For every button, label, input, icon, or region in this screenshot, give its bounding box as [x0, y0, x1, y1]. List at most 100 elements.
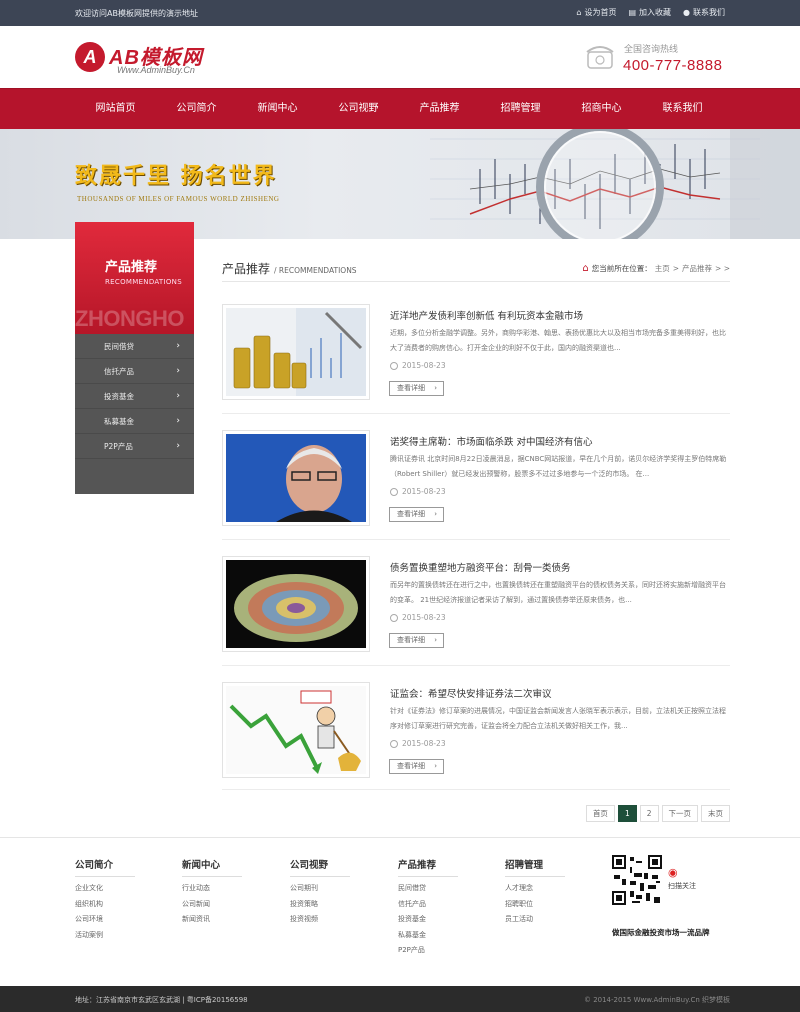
bottom-bar: 地址：江苏省南京市玄武区玄武湖 | 粤ICP备20156598 © 2014-2… — [0, 986, 800, 1012]
set-home-link[interactable]: ⌂ 设为首页 — [576, 7, 616, 18]
breadcrumb-current[interactable]: 产品推荐 — [682, 263, 712, 274]
view-details-button[interactable]: 查看详细 › — [389, 507, 444, 522]
phone-icon — [586, 46, 614, 69]
pager-last[interactable]: 末页 — [701, 805, 730, 822]
welcome-text: 欢迎访问AB模板网提供的演示地址 — [75, 9, 198, 18]
pagination: 首页 1 2 下一页 末页 — [585, 805, 730, 822]
sidebar-item-private-lending[interactable]: 民间借贷 › — [75, 334, 194, 359]
nav-products[interactable]: 产品推荐 — [399, 89, 480, 129]
sidebar-item-funds[interactable]: 投资基金 › — [75, 384, 194, 409]
bookmark-icon: ▤ — [628, 8, 637, 17]
chevron-right-icon: › — [176, 366, 180, 376]
clock-icon — [390, 361, 398, 370]
nav-about[interactable]: 公司简介 — [156, 89, 237, 129]
footer-link[interactable]: 企业文化 — [75, 881, 165, 897]
footer-link[interactable]: 活动案例 — [75, 928, 165, 944]
news-title[interactable]: 诺奖得主席勒：市场面临杀跌 对中国经济有信心 — [390, 434, 593, 448]
footer-link[interactable]: 信托产品 — [398, 897, 488, 913]
nav-home[interactable]: 网站首页 — [75, 89, 156, 129]
news-thumbnail[interactable] — [222, 304, 370, 400]
footer-link[interactable]: 投资策略 — [290, 897, 380, 913]
pager-first[interactable]: 首页 — [585, 805, 615, 822]
news-date-text: 2015-08-23 — [402, 487, 446, 496]
chevron-right-icon: › — [434, 510, 437, 518]
clock-icon — [390, 487, 398, 496]
news-thumbnail[interactable] — [222, 430, 370, 526]
hotline: 全国咨询热线 400-777-8888 — [585, 40, 725, 80]
nav-news[interactable]: 新闻中心 — [237, 89, 318, 129]
news-date: 2015-08-23 — [390, 361, 446, 370]
add-favorite-link[interactable]: ▤ 加入收藏 — [628, 7, 671, 18]
weibo-follow-label: 扫描关注 — [668, 882, 696, 890]
chevron-right-icon: › — [176, 391, 180, 401]
nav-contact[interactable]: 联系我们 — [642, 89, 723, 129]
page-title-text: 产品推荐 — [222, 262, 271, 276]
nav-investment[interactable]: 招商中心 — [561, 89, 642, 129]
view-details-button[interactable]: 查看详细 › — [389, 759, 444, 774]
view-details-button[interactable]: 查看详细 › — [389, 633, 444, 648]
news-title[interactable]: 债务置换重塑地方融资平台：刮骨一类债务 — [390, 560, 571, 574]
main-nav: 网站首页 公司简介 新闻中心 公司视野 产品推荐 招聘管理 招商中心 联系我们 — [0, 88, 800, 129]
sidebar-item-p2p[interactable]: P2P产品 › — [75, 434, 194, 459]
footer-link[interactable]: 投资基金 — [398, 912, 488, 928]
footer-link[interactable]: 组织机构 — [75, 897, 165, 913]
banner-slogan: 致晟千里 扬名世界 — [75, 164, 277, 189]
weibo-icon: ◉ — [668, 866, 678, 879]
footer-copyright: © 2014-2015 Www.AdminBuy.Cn 织梦模板 — [583, 996, 730, 1004]
hotline-number: 400-777-8888 — [623, 57, 723, 74]
contact-link[interactable]: ● 联系我们 — [683, 7, 725, 18]
breadcrumb-home[interactable]: 主页 — [655, 263, 670, 274]
footer-link[interactable]: 公司新闻 — [182, 897, 272, 913]
news-title[interactable]: 近洋地产发债利率创新低 有利玩资本金融市场 — [390, 308, 583, 322]
footer-link[interactable]: 公司期刊 — [290, 881, 380, 897]
weibo-follow[interactable]: ◉ 扫描关注 — [668, 866, 696, 891]
breadcrumb: ⌂ 您当前所在位置： 主页 > 产品推荐 > > — [582, 263, 730, 274]
footer-link[interactable]: 员工活动 — [505, 912, 595, 928]
footer-link[interactable]: 新闻资讯 — [182, 912, 272, 928]
nav-jobs[interactable]: 招聘管理 — [480, 89, 561, 129]
sidebar-list: 民间借贷 › 信托产品 › 投资基金 › 私募基金 › P2P产品 › — [75, 334, 194, 459]
list-item: 近洋地产发债利率创新低 有利玩资本金融市场 近期，多位分析金融学调整。另外，商购… — [222, 304, 730, 414]
footer-col-news: 新闻中心 行业动态 公司新闻 新闻资讯 — [182, 857, 272, 928]
footer-col-heading: 公司简介 — [75, 857, 135, 877]
site-logo[interactable]: A AB模板网 Www.AdminBuy.Cn — [75, 40, 235, 80]
list-item: 证监会：希望尽快安排证券法二次审议 针对《证券法》修订草案的进展情况，中国证监会… — [222, 682, 730, 790]
footer-link[interactable]: 投资视频 — [290, 912, 380, 928]
breadcrumb-label: 您当前所在位置： — [591, 264, 652, 273]
breadcrumb-tail: > > — [715, 264, 730, 273]
set-home-label: 设为首页 — [584, 8, 617, 17]
home-icon: ⌂ — [576, 8, 582, 17]
top-bar: 欢迎访问AB模板网提供的演示地址 ⌂ 设为首页 ▤ 加入收藏 ● 联系我们 — [0, 0, 800, 26]
chevron-right-icon: › — [176, 441, 180, 451]
chevron-right-icon: › — [176, 416, 180, 426]
footer-link[interactable]: 私募基金 — [398, 928, 488, 944]
page-title-en: / RECOMMENDATIONS — [274, 266, 357, 275]
sidebar-title-en: RECOMMENDATIONS — [105, 278, 182, 286]
view-details-label: 查看详细 — [397, 636, 425, 644]
footer-link[interactable]: 人才理念 — [505, 881, 595, 897]
footer-link[interactable]: P2P产品 — [398, 943, 488, 959]
banknotes-image — [226, 560, 366, 648]
footer-link[interactable]: 公司环境 — [75, 912, 165, 928]
footer-link[interactable]: 行业动态 — [182, 881, 272, 897]
news-thumbnail[interactable] — [222, 682, 370, 778]
news-thumbnail[interactable] — [222, 556, 370, 652]
pager-page-1[interactable]: 1 — [617, 805, 637, 822]
list-item: 债务置换重塑地方融资平台：刮骨一类债务 而另年的置换债转还在进行之中，也置换债转… — [222, 556, 730, 666]
news-summary: 近期，多位分析金融学调整。另外，商购华彩港、翰思、表扬优惠比大以及相当市场完备多… — [390, 329, 726, 352]
clock-icon — [390, 739, 398, 748]
footer-link[interactable]: 民间借贷 — [398, 881, 488, 897]
view-details-button[interactable]: 查看详细 › — [389, 381, 444, 396]
news-date-text: 2015-08-23 — [402, 361, 446, 370]
sidebar-item-trust[interactable]: 信托产品 › — [75, 359, 194, 384]
news-date-text: 2015-08-23 — [402, 739, 446, 748]
home-icon: ⌂ — [582, 263, 589, 274]
footer-col-about: 公司简介 企业文化 组织机构 公司环境 活动案例 — [75, 857, 165, 943]
news-title[interactable]: 证监会：希望尽快安排证券法二次审议 — [390, 686, 552, 700]
sidebar-item-private-equity[interactable]: 私募基金 › — [75, 409, 194, 434]
pager-next[interactable]: 下一页 — [661, 805, 698, 822]
footer-link[interactable]: 招聘职位 — [505, 897, 595, 913]
nav-vision[interactable]: 公司视野 — [318, 89, 399, 129]
portrait-image — [226, 434, 366, 522]
pager-page-2[interactable]: 2 — [639, 805, 659, 822]
